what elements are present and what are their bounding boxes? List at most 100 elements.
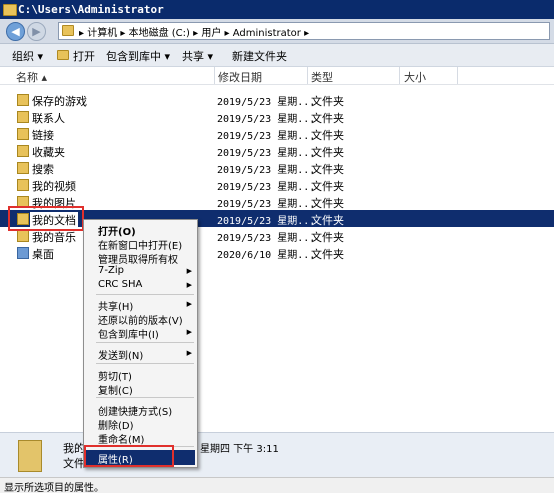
folder-icon	[17, 230, 29, 242]
address-row: ◀ ▶ ▸ 计算机 ▸ 本地磁盘 (C:) ▸ 用户 ▸ Administrat…	[0, 19, 554, 44]
list-item[interactable]: 我的视频 2019/5/23 星期... 文件夹	[0, 176, 554, 193]
list-item[interactable]: 搜索 2019/5/23 星期... 文件夹	[0, 159, 554, 176]
menu-open-new-window[interactable]: 在新窗口中打开(E)	[98, 237, 182, 252]
folder-large-icon	[18, 440, 42, 472]
breadcrumb: ▸ 计算机 ▸ 本地磁盘 (C:) ▸ 用户 ▸ Administrator ▸	[79, 28, 310, 39]
submenu-arrow-icon: ▶	[186, 267, 192, 275]
folder-icon	[17, 145, 29, 157]
file-type: 文件夹	[311, 248, 344, 261]
folder-icon	[17, 179, 29, 191]
submenu-arrow-icon: ▶	[186, 281, 192, 289]
col-date[interactable]: 修改日期	[218, 69, 262, 85]
file-name: 联系人	[32, 112, 65, 125]
file-type: 文件夹	[311, 112, 344, 125]
file-date: 2019/5/23 星期...	[217, 131, 316, 142]
folder-icon	[3, 4, 17, 16]
crumb-computer[interactable]: 计算机	[87, 28, 117, 39]
menu-separator	[96, 342, 194, 343]
file-date: 2019/5/23 星期...	[217, 216, 316, 227]
file-type: 文件夹	[311, 231, 344, 244]
menu-rename[interactable]: 重命名(M)	[98, 431, 144, 446]
file-date: 2020/6/10 星期...	[217, 250, 316, 261]
folder-icon	[17, 94, 29, 106]
include-library-button[interactable]: 包含到库中 ▾	[106, 48, 170, 64]
file-name: 链接	[32, 129, 54, 142]
detail-date: 星期四 下午 3:11	[200, 444, 279, 455]
file-date: 2019/5/23 星期...	[217, 97, 316, 108]
submenu-arrow-icon: ▶	[186, 300, 192, 308]
share-button[interactable]: 共享 ▾	[182, 48, 213, 64]
divider	[307, 67, 308, 84]
file-date: 2019/5/23 星期...	[217, 148, 316, 159]
file-name: 我的音乐	[32, 231, 76, 244]
col-name[interactable]: 名称 ▴	[16, 69, 47, 85]
file-date: 2019/5/23 星期...	[217, 165, 316, 176]
context-menu: 打开(O) 在新窗口中打开(E) 管理员取得所有权 7-Zip ▶ CRC SH…	[83, 219, 198, 468]
organize-button[interactable]: 组织 ▾	[12, 48, 43, 64]
menu-take-ownership[interactable]: 管理员取得所有权	[98, 251, 178, 266]
highlight-box	[8, 206, 84, 231]
folder-icon	[62, 25, 74, 36]
col-type[interactable]: 类型	[311, 69, 333, 85]
divider	[457, 67, 458, 84]
file-date: 2019/5/23 星期...	[217, 233, 316, 244]
file-name: 保存的游戏	[32, 95, 87, 108]
folder-icon	[17, 128, 29, 140]
file-type: 文件夹	[311, 129, 344, 142]
divider	[214, 67, 215, 84]
forward-button[interactable]: ▶	[27, 22, 46, 41]
menu-separator	[96, 294, 194, 295]
window-title: C:\Users\Administrator	[18, 3, 164, 16]
list-item[interactable]: 联系人 2019/5/23 星期... 文件夹	[0, 108, 554, 125]
file-type: 文件夹	[311, 95, 344, 108]
open-button[interactable]: 打开	[73, 48, 95, 64]
folder-icon	[17, 162, 29, 174]
desktop-icon	[17, 247, 29, 259]
column-header: 名称 ▴ 修改日期 类型 大小	[0, 67, 554, 85]
address-bar[interactable]: ▸ 计算机 ▸ 本地磁盘 (C:) ▸ 用户 ▸ Administrator ▸	[58, 22, 550, 40]
list-item[interactable]: 链接 2019/5/23 星期... 文件夹	[0, 125, 554, 142]
file-type: 文件夹	[311, 180, 344, 193]
menu-crc-sha[interactable]: CRC SHA	[98, 279, 142, 290]
menu-7zip[interactable]: 7-Zip	[98, 265, 124, 276]
file-type: 文件夹	[311, 146, 344, 159]
title-bar: C:\Users\Administrator	[0, 0, 554, 19]
menu-send-to[interactable]: 发送到(N)	[98, 347, 143, 362]
crumb-admin[interactable]: Administrator	[233, 28, 301, 39]
menu-copy[interactable]: 复制(C)	[98, 382, 133, 397]
menu-share[interactable]: 共享(H)	[98, 298, 133, 313]
file-date: 2019/5/23 星期...	[217, 182, 316, 193]
menu-cut[interactable]: 剪切(T)	[98, 368, 132, 383]
col-size[interactable]: 大小	[404, 69, 426, 85]
submenu-arrow-icon: ▶	[186, 349, 192, 357]
menu-create-shortcut[interactable]: 创建快捷方式(S)	[98, 403, 172, 418]
menu-restore[interactable]: 还原以前的版本(V)	[98, 312, 183, 327]
detail-name: 我的	[63, 442, 85, 455]
divider	[399, 67, 400, 84]
file-type: 文件夹	[311, 197, 344, 210]
status-bar: 显示所选项目的属性。	[0, 477, 554, 494]
detail-type: 文件	[63, 457, 85, 470]
file-type: 文件夹	[311, 163, 344, 176]
menu-include-library[interactable]: 包含到库中(I)	[98, 326, 159, 341]
back-button[interactable]: ◀	[6, 22, 25, 41]
menu-separator	[96, 363, 194, 364]
new-folder-button[interactable]: 新建文件夹	[232, 48, 287, 64]
folder-icon	[17, 111, 29, 123]
highlight-box	[84, 445, 174, 467]
file-type: 文件夹	[311, 214, 344, 227]
list-item[interactable]: 收藏夹 2019/5/23 星期... 文件夹	[0, 142, 554, 159]
crumb-users[interactable]: 用户	[201, 28, 221, 39]
menu-separator	[96, 397, 194, 398]
menu-delete[interactable]: 删除(D)	[98, 417, 134, 432]
submenu-arrow-icon: ▶	[186, 328, 192, 336]
list-item[interactable]: 保存的游戏 2019/5/23 星期... 文件夹	[0, 91, 554, 108]
toolbar: 组织 ▾ 打开 包含到库中 ▾ 共享 ▾ 新建文件夹	[0, 44, 554, 67]
file-name: 收藏夹	[32, 146, 65, 159]
file-name: 桌面	[32, 248, 54, 261]
file-date: 2019/5/23 星期...	[217, 199, 316, 210]
file-date: 2019/5/23 星期...	[217, 114, 316, 125]
menu-open[interactable]: 打开(O)	[98, 223, 136, 238]
crumb-drive[interactable]: 本地磁盘 (C:)	[129, 28, 190, 39]
file-name: 搜索	[32, 163, 54, 176]
